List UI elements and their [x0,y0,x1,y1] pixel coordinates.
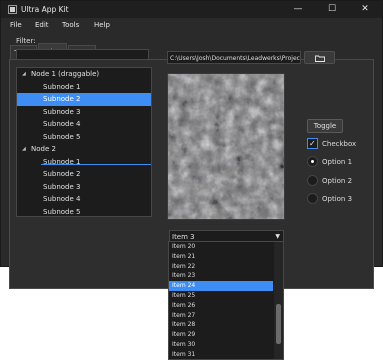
tree-node-label: Subnode 1 [43,82,81,91]
app-icon [8,5,17,14]
tree-node[interactable]: Subnode 1 [17,156,151,169]
tree-node[interactable]: Subnode 3 [17,181,151,194]
combo-value: Item 3 [172,233,195,241]
tree-node[interactable]: Subnode 3 [17,106,151,119]
close-button[interactable]: ✕ [348,1,382,18]
tree-node-label: Node 2 [31,145,56,153]
folder-icon [315,55,325,62]
tree-node-label: Node 1 (draggable) [31,70,100,78]
filter-label: Filter: [16,37,36,45]
checkmark-icon: ✓ [309,139,316,148]
browse-folder-button[interactable] [304,51,335,64]
tree-node[interactable]: Subnode 4 [17,193,151,206]
radio-option-2[interactable] [307,175,318,186]
radio-option-1-label: Option 1 [322,158,353,166]
checkbox-label: Checkbox [322,140,357,148]
checkbox[interactable]: ✓ [307,138,318,149]
menu-file[interactable]: File [10,21,22,29]
combo-dropdown-list[interactable]: Item 20 Item 21 Item 22 Item 23 Item 24 … [168,241,284,360]
tree-node-label: Subnode 4 [43,195,81,203]
dropdown-item[interactable]: Item 20 [169,242,273,252]
tree-node-label: Subnode 2 [43,95,81,103]
collapse-arrow-icon[interactable]: ◢ [22,68,26,81]
dropdown-item[interactable]: Item 23 [169,271,273,281]
radio-option-3-label: Option 3 [322,195,353,203]
dropdown-scrollbar[interactable] [274,242,283,359]
tree-node[interactable]: Subnode 4 [17,118,151,131]
texture-preview [167,73,285,220]
menu-bar: File Edit Tools Help [1,18,382,33]
radio-option-1[interactable] [307,156,318,167]
dropdown-item[interactable]: Item 30 [169,340,273,350]
tree-node-label: Subnode 4 [43,120,81,128]
drop-indicator [41,164,151,165]
dropdown-item[interactable]: Item 29 [169,330,273,340]
menu-edit[interactable]: Edit [35,21,49,29]
tree-node[interactable]: Subnode 5 [17,206,151,217]
tree-node-label: Subnode 3 [43,182,81,191]
dropdown-item[interactable]: Item 21 [169,252,273,262]
tree-node-label: Subnode 3 [43,107,81,116]
minimize-button[interactable]: — [281,1,315,18]
tree-node-label: Subnode 2 [43,170,81,178]
app-window: Ultra App Kit — ☐ ✕ File Edit Tools Help… [0,0,383,289]
window-title: Ultra App Kit [21,5,69,14]
tree-node[interactable]: Subnode 2 [17,168,151,181]
path-field[interactable]: C:\Users\Josh\Documents\Leadwerks\Projec… [167,51,301,64]
dropdown-item[interactable]: Item 28 [169,320,273,330]
tree-node[interactable]: Subnode 2 [17,93,151,106]
tree-node-label: Subnode 1 [43,157,81,166]
title-bar[interactable]: Ultra App Kit — ☐ ✕ [1,1,382,18]
menu-help[interactable]: Help [94,21,110,29]
scrollbar-thumb[interactable] [276,304,281,344]
dropdown-item[interactable]: Item 24 [169,281,273,291]
dropdown-item[interactable]: Item 22 [169,262,273,272]
tree-node-label: Subnode 5 [43,132,81,141]
tree-node[interactable]: ◢ Node 1 (draggable) [17,68,151,81]
dropdown-item[interactable]: Item 26 [169,301,273,311]
tree-node[interactable]: Subnode 1 [17,81,151,94]
dropdown-item[interactable]: Item 27 [169,311,273,321]
tree-node[interactable]: Subnode 5 [17,131,151,144]
filter-input[interactable] [16,49,149,60]
menu-tools[interactable]: Tools [62,21,79,29]
tree-view[interactable]: ◢ Node 1 (draggable) Subnode 1 Subnode 2… [16,67,152,217]
tree-node-label: Subnode 5 [43,207,81,216]
dropdown-item[interactable]: Item 31 [169,350,273,359]
toggle-button[interactable]: Toggle [307,119,343,133]
tree-node[interactable]: ◢ Node 2 [17,143,151,156]
dropdown-item[interactable]: Item 25 [169,291,273,301]
radio-option-3[interactable] [307,193,318,204]
maximize-button[interactable]: ☐ [315,1,349,18]
radio-option-2-label: Option 2 [322,177,353,185]
rock-texture-image [168,74,284,219]
collapse-arrow-icon[interactable]: ◢ [22,143,26,156]
